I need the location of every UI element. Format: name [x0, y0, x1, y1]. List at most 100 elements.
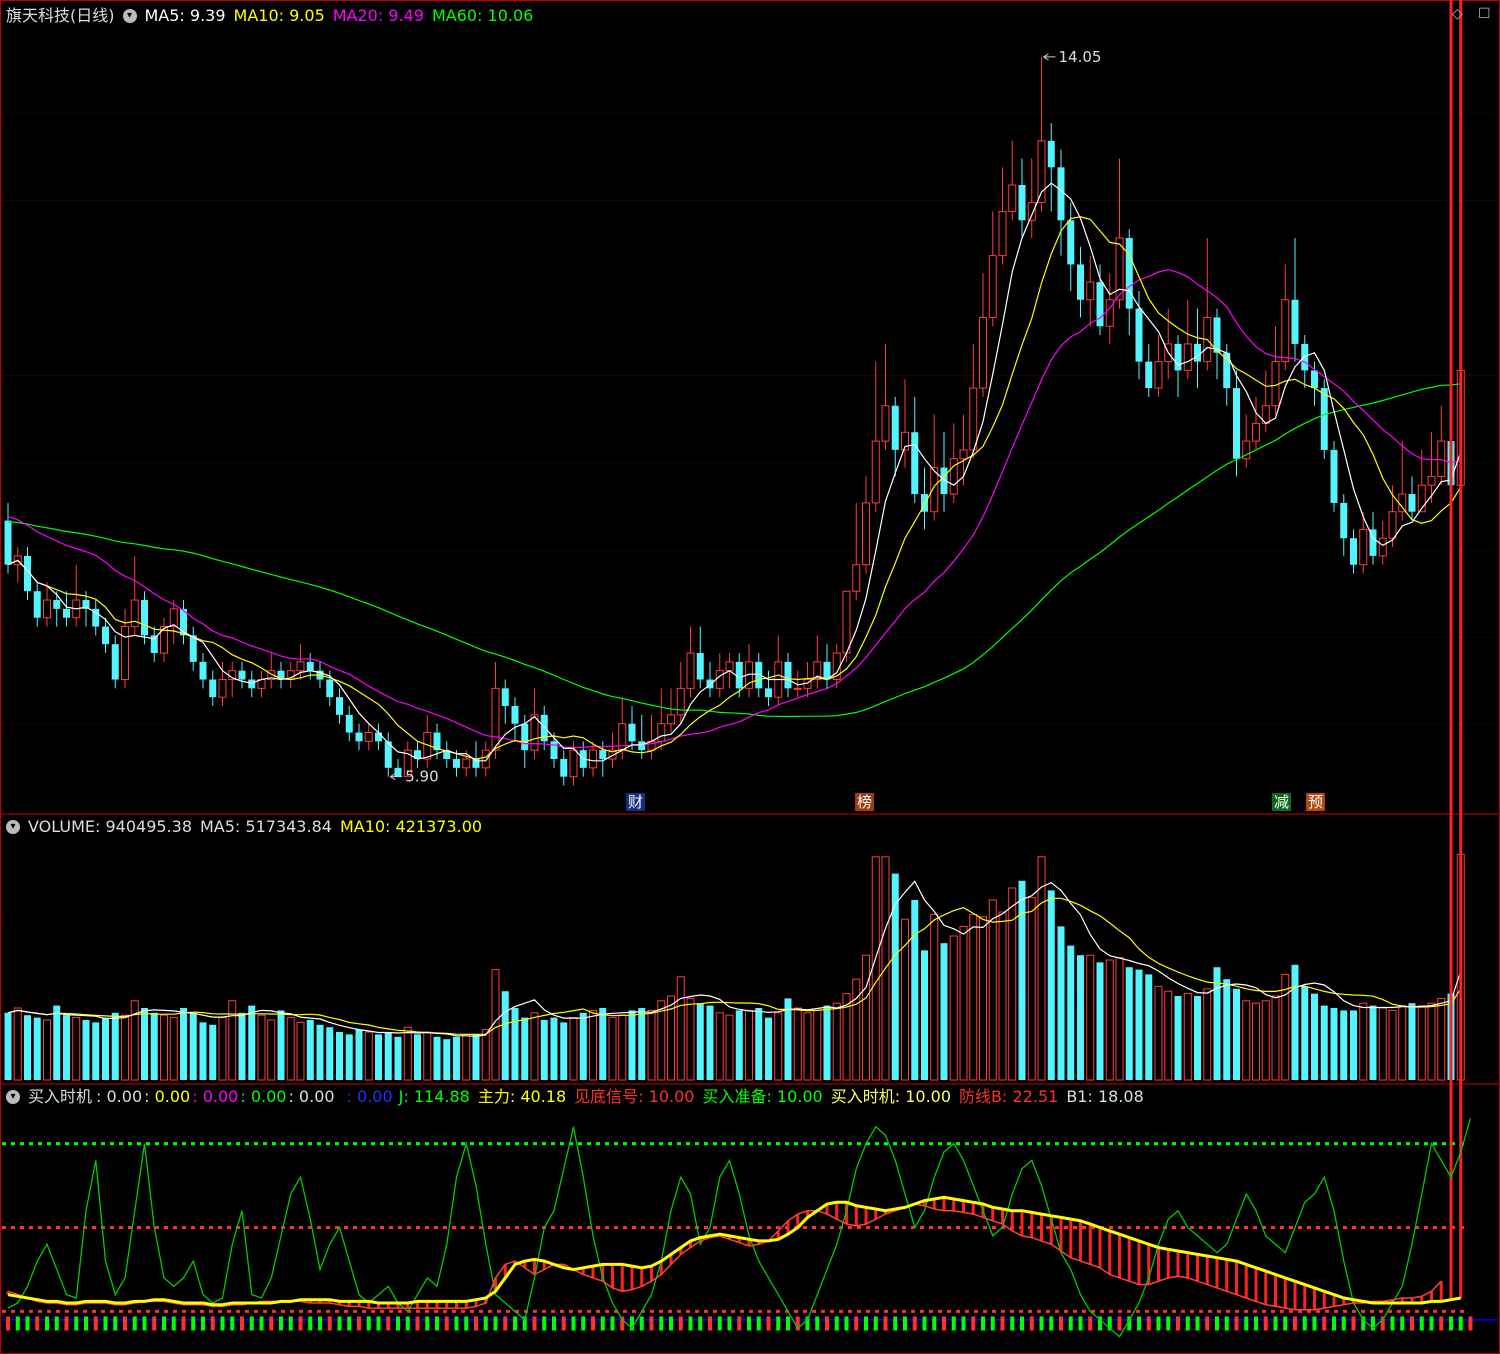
candle-body [793, 687, 802, 690]
signal-tick [1078, 1316, 1083, 1331]
candle-body [852, 564, 861, 592]
candle-body [189, 635, 197, 662]
signal-tick [864, 1316, 868, 1331]
ma5-legend: MA5: 9.39 [144, 6, 226, 25]
signal-tick [444, 1316, 449, 1331]
volume-bar [988, 899, 997, 1081]
signal-tick [1088, 1316, 1093, 1331]
signal-tick [454, 1316, 459, 1331]
candle-body [355, 732, 363, 742]
volume-bar [316, 1024, 324, 1080]
volume-bar [355, 1029, 363, 1080]
signal-tick [464, 1316, 469, 1331]
signal-tick [678, 1316, 683, 1331]
candle-body [394, 767, 402, 777]
volume-bar [540, 1020, 548, 1080]
candle-body [1252, 422, 1260, 442]
signal-tick [15, 1316, 20, 1331]
volume-bar [384, 1032, 392, 1080]
signal-tick [84, 1316, 88, 1331]
signal-tick [201, 1316, 205, 1331]
signal-tick [1185, 1316, 1190, 1331]
candle-body [1018, 184, 1026, 221]
volume-bar [336, 1032, 343, 1080]
chart-canvas[interactable]: 14.05 5.90 [0, 0, 1500, 1354]
signal-tick [1020, 1316, 1024, 1331]
signal-tick [639, 1316, 644, 1331]
volume-bar [228, 1000, 237, 1081]
signal-tick [1176, 1316, 1180, 1331]
candle-body [628, 723, 636, 742]
signal-tick [415, 1316, 420, 1331]
candle-body [725, 661, 734, 672]
signal-tick [854, 1316, 859, 1331]
event-tag-yu[interactable]: 预 [1306, 793, 1326, 811]
box-icon[interactable]: ☐ [1478, 6, 1491, 22]
volume-bar [1340, 1010, 1348, 1080]
candle-body [326, 679, 334, 698]
signal-tick [922, 1316, 927, 1331]
volume-bar [579, 1012, 587, 1080]
candle-body [530, 714, 539, 751]
collapse-icon[interactable]: ▾ [6, 1090, 20, 1104]
signal-tick [1273, 1316, 1278, 1331]
signal-tick [532, 1316, 537, 1331]
stock-title[interactable]: 旗天科技(日线) [6, 5, 115, 27]
volume-bar [628, 1010, 636, 1080]
signal-tick [1117, 1316, 1122, 1331]
volume-bar [111, 1012, 119, 1080]
volume-bar [345, 1034, 353, 1080]
indicator-j: J: 114.88 [398, 1087, 470, 1106]
signal-tick [610, 1316, 615, 1331]
signal-tick [1468, 1316, 1473, 1331]
volume-bar [1427, 1002, 1436, 1081]
indicator-jiandi: 见底信号: 10.00 [574, 1087, 695, 1106]
candle-body [102, 626, 109, 645]
candle-body [1233, 388, 1240, 459]
candle-body [1125, 237, 1133, 309]
candle-body [481, 749, 490, 769]
signal-tick [191, 1316, 196, 1331]
volume-bar [121, 1014, 129, 1081]
candle-body [560, 759, 568, 777]
volume-bar [930, 913, 939, 1081]
candle-body [1408, 494, 1416, 512]
volume-bar [296, 1021, 305, 1081]
diamond-icon[interactable]: ◇ [1452, 6, 1463, 22]
event-tag-jian[interactable]: 减 [1272, 793, 1292, 811]
volume-bar [53, 1005, 61, 1080]
candle-body [453, 759, 460, 768]
signal-tick [1410, 1316, 1414, 1331]
event-tag-cai[interactable]: 财 [626, 793, 646, 811]
collapse-icon[interactable]: ▾ [6, 820, 20, 834]
signal-tick [1458, 1316, 1463, 1331]
event-tag-bang[interactable]: 榜 [855, 793, 875, 811]
indicator-v5: : 0.00 [288, 1087, 335, 1106]
volume-bar [1242, 1000, 1251, 1081]
volume-bar [998, 911, 1007, 1081]
signal-tick [1400, 1316, 1405, 1331]
candle-body [511, 706, 519, 724]
signal-tick [1049, 1316, 1054, 1331]
signal-tick [825, 1316, 829, 1331]
volume-bar [375, 1034, 382, 1080]
ma10-legend: MA10: 9.05 [233, 6, 325, 25]
signal-tick [1068, 1316, 1073, 1331]
indicator-shiji: 买入时机: 10.00 [830, 1087, 952, 1106]
indicator-name[interactable]: 买入时机 [28, 1086, 92, 1108]
volume-bar [63, 1015, 70, 1080]
candle-body [33, 591, 41, 618]
signal-tick [318, 1316, 322, 1331]
collapse-icon[interactable]: ▾ [122, 9, 137, 23]
signal-tick [1449, 1316, 1453, 1331]
candle-body [336, 697, 343, 715]
candle-body [569, 749, 578, 778]
candle-body [696, 653, 704, 680]
volume-bar [1183, 993, 1192, 1081]
candle-body [501, 688, 509, 707]
candle-body [1350, 538, 1357, 565]
volume-bar [13, 1007, 22, 1081]
signal-tick [1322, 1316, 1327, 1331]
volume-bar [1320, 1005, 1328, 1080]
candle-body [1311, 370, 1318, 389]
